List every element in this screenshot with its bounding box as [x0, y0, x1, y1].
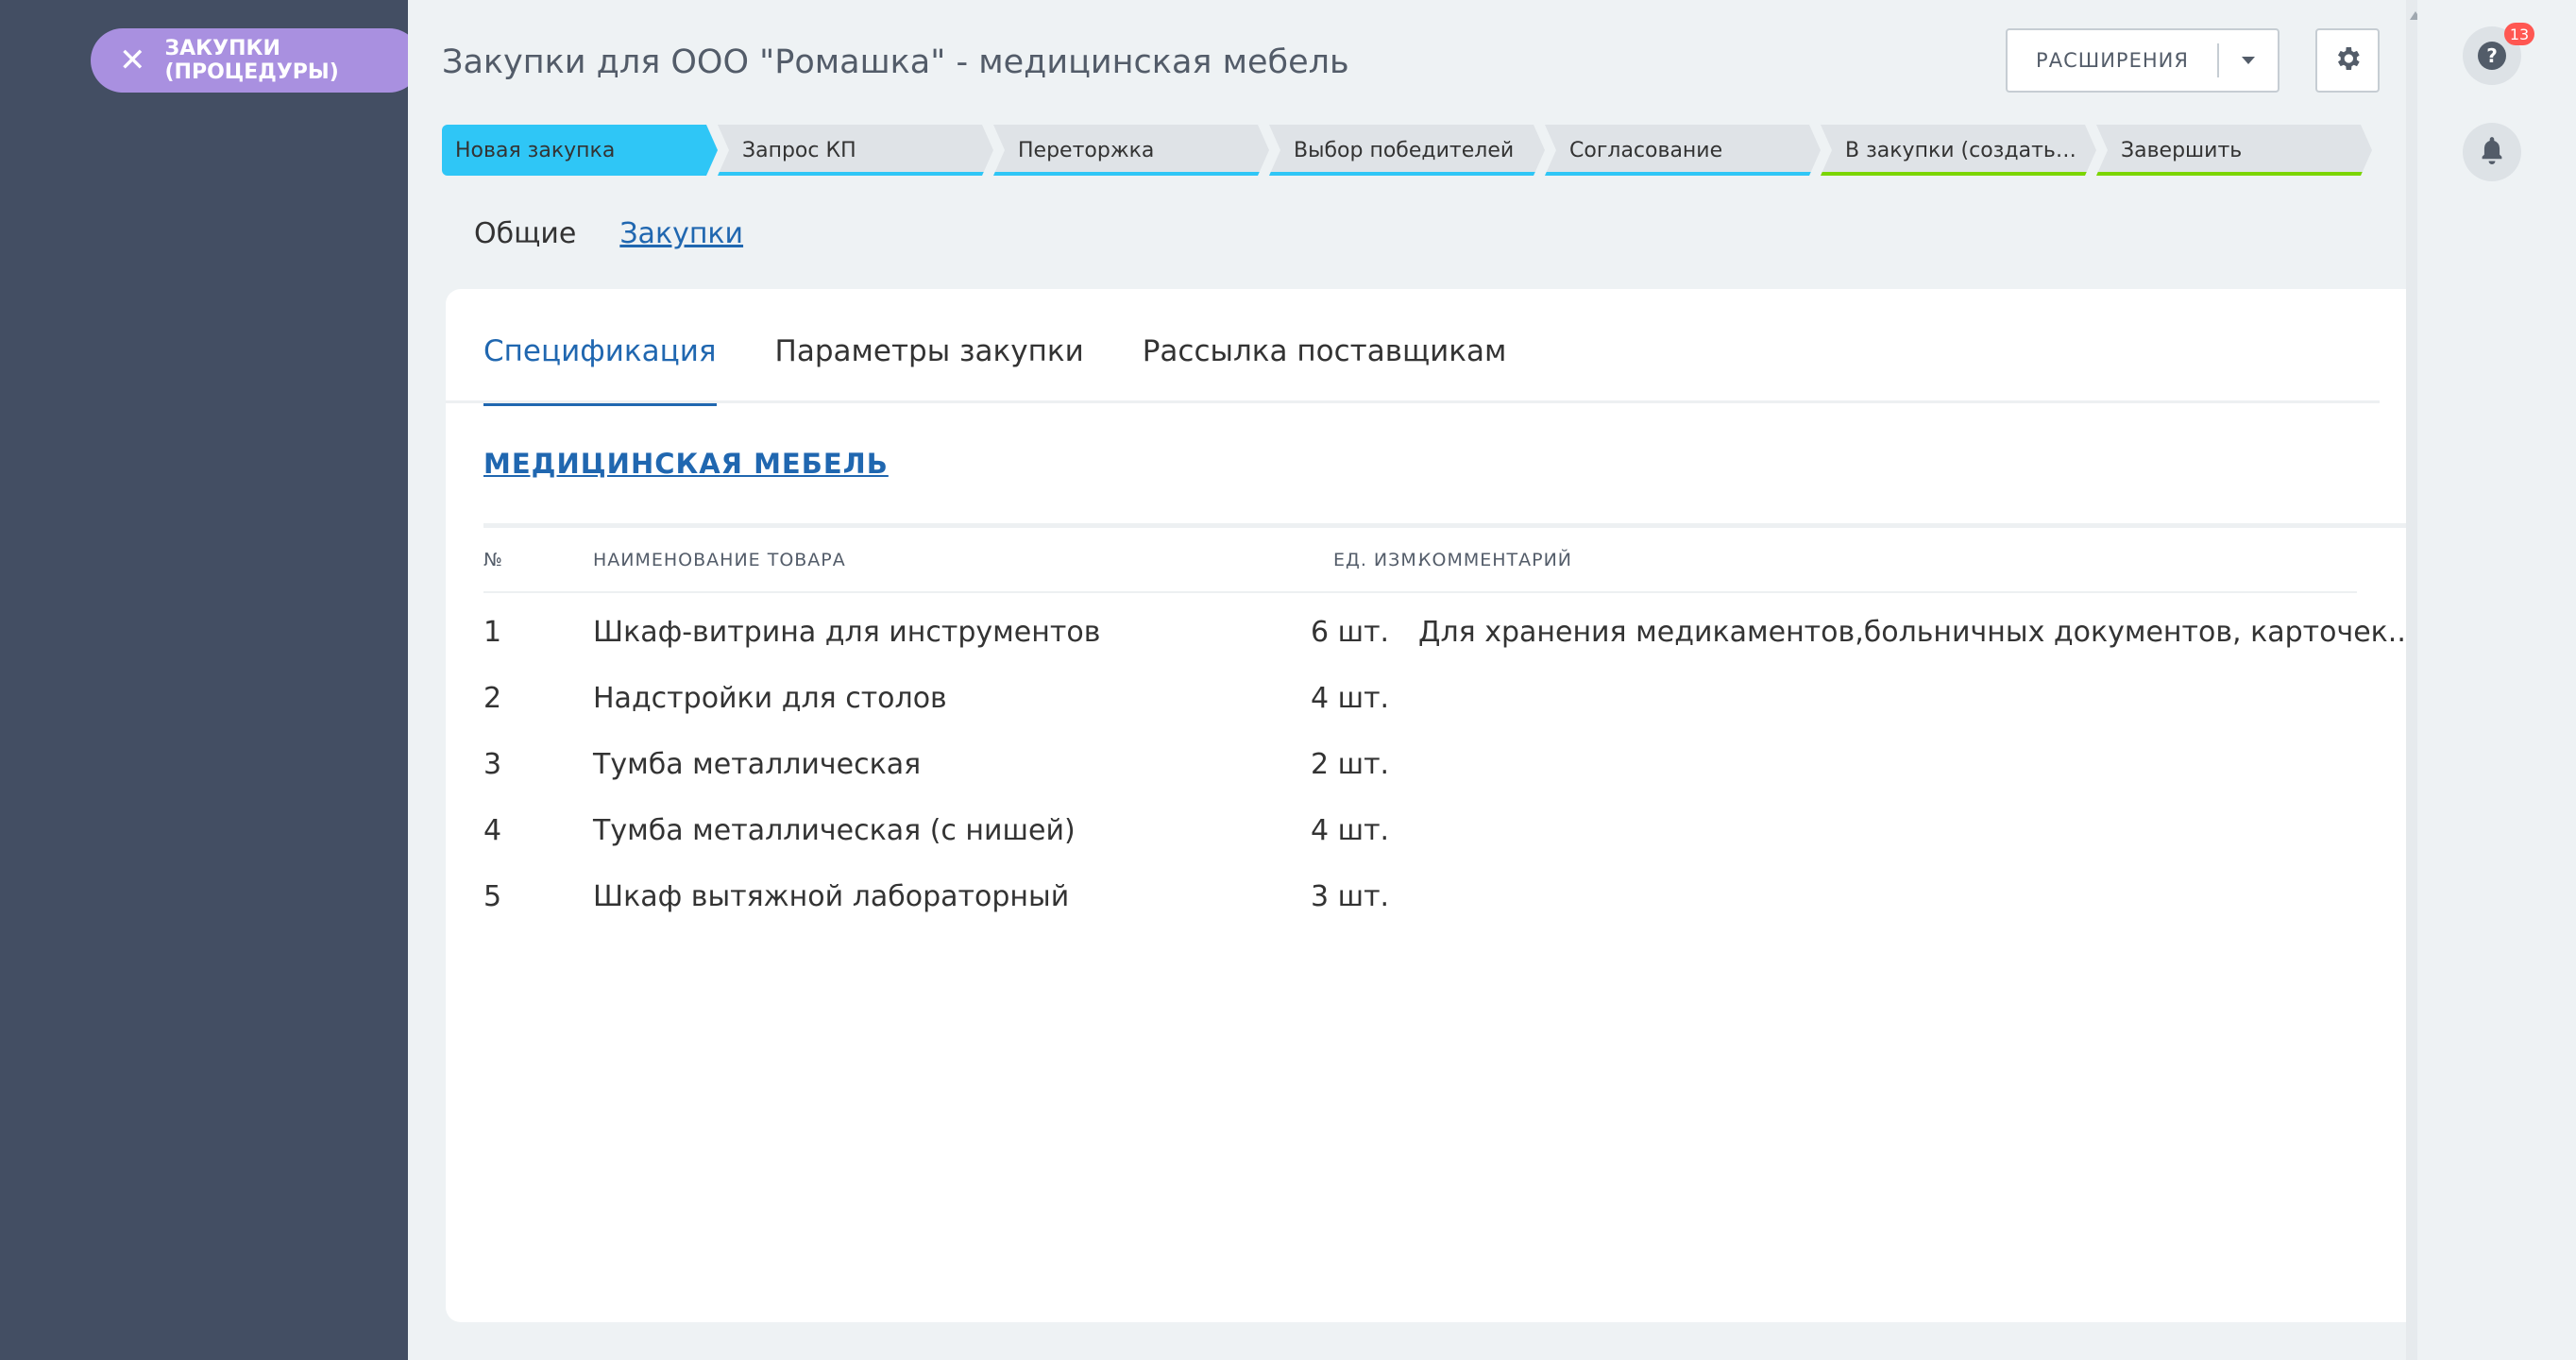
item-name: Тумба металлическая (с нишей)	[593, 814, 1076, 847]
page-title: Закупки для ООО "Ромашка" - медицинская …	[442, 43, 1349, 81]
stage-4[interactable]: Выбор победителей	[1269, 125, 1545, 176]
specification-card: Спецификация Параметры закупки Рассылка …	[446, 289, 2523, 1322]
row-number: 2	[483, 682, 502, 715]
close-icon: ✕	[119, 42, 146, 79]
gear-icon	[2332, 43, 2363, 77]
tab-supplier-mailing[interactable]: Рассылка поставщикам	[1143, 334, 1507, 406]
settings-button[interactable]	[2315, 28, 2380, 93]
item-quantity: 4 шт.	[1311, 682, 1390, 715]
item-name: Шкаф вытяжной лабораторный	[593, 880, 1070, 913]
row-number: 4	[483, 814, 502, 847]
item-quantity: 2 шт.	[1311, 748, 1390, 781]
stage-label: Завершить	[2121, 138, 2243, 162]
caret-down-icon[interactable]	[2219, 57, 2278, 64]
close-slider-label: ЗАКУПКИ (ПРОЦЕДУРЫ)	[164, 37, 339, 84]
tab-purchases[interactable]: Закупки	[619, 217, 743, 250]
stage-label: В закупки (создать сде...	[1845, 138, 2081, 162]
slider-panel: Закупки для ООО "Ромашка" - медицинская …	[408, 0, 2523, 1360]
close-slider-button[interactable]: ✕ ЗАКУПКИ (ПРОЦЕДУРЫ)	[91, 28, 421, 93]
dark-overlay[interactable]	[0, 0, 408, 1360]
tab-general[interactable]: Общие	[474, 217, 576, 250]
row-number: 3	[483, 748, 502, 781]
stage-color-bar	[1269, 172, 1545, 176]
stage-6[interactable]: В закупки (создать сде...	[1821, 125, 2096, 176]
card-tabs: Спецификация Параметры закупки Рассылка …	[483, 334, 1506, 406]
stage-color-bar	[2096, 172, 2372, 176]
notification-badge: 13	[2504, 23, 2534, 45]
stage-5[interactable]: Согласование	[1545, 125, 1821, 176]
row-number: 1	[483, 616, 502, 649]
stage-1[interactable]: Новая закупка	[442, 125, 718, 176]
notifications-button[interactable]	[2463, 123, 2521, 181]
stage-bar: Новая закупка Запрос КП Переторжка Выбор по…	[442, 125, 2372, 176]
column-header-num: №	[483, 550, 503, 570]
divider	[483, 523, 2523, 528]
stage-color-bar	[1545, 172, 1821, 176]
tab-specification[interactable]: Спецификация	[483, 334, 717, 406]
top-tabs: Общие Закупки	[474, 217, 743, 250]
scrollbar[interactable]	[2406, 0, 2417, 1360]
extensions-label: РАСШИРЕНИЯ	[2036, 49, 2189, 72]
stage-label: Новая закупка	[455, 138, 616, 162]
divider	[446, 400, 2380, 403]
extensions-button[interactable]: РАСШИРЕНИЯ	[2006, 28, 2279, 93]
item-quantity: 6 шт.	[1311, 616, 1390, 649]
item-quantity: 3 шт.	[1311, 880, 1390, 913]
stage-color-bar	[1821, 172, 2096, 176]
stage-label: Запрос КП	[742, 138, 856, 162]
question-icon: ?	[2478, 42, 2506, 70]
stage-label: Переторжка	[1018, 138, 1155, 162]
stage-7[interactable]: Завершить	[2096, 125, 2372, 176]
section-title[interactable]: МЕДИЦИНСКАЯ МЕБЕЛЬ	[483, 448, 889, 480]
stage-color-bar	[718, 172, 993, 176]
item-comment: Для хранения медикаментов,больничных док…	[1418, 616, 2415, 649]
item-quantity: 4 шт.	[1311, 814, 1390, 847]
stage-label: Согласование	[1569, 138, 1723, 162]
column-header-name: НАИМЕНОВАНИЕ ТОВАРА	[593, 550, 846, 570]
stage-3[interactable]: Переторжка	[993, 125, 1269, 176]
stage-2[interactable]: Запрос КП	[718, 125, 993, 176]
right-rail	[2417, 0, 2576, 1360]
tab-purchase-params[interactable]: Параметры закупки	[775, 334, 1084, 406]
item-name: Надстройки для столов	[593, 682, 947, 715]
stage-color-bar	[993, 172, 1269, 176]
stage-label: Выбор победителей	[1294, 138, 1515, 162]
column-header-unit: ЕД. ИЗМ.	[1333, 550, 1424, 570]
bell-icon	[2479, 136, 2505, 168]
item-name: Шкаф-витрина для инструментов	[593, 616, 1101, 649]
divider	[483, 591, 2357, 593]
item-name: Тумба металлическая	[593, 748, 922, 781]
row-number: 5	[483, 880, 502, 913]
column-header-comment: КОММЕНТАРИЙ	[1418, 550, 1573, 570]
